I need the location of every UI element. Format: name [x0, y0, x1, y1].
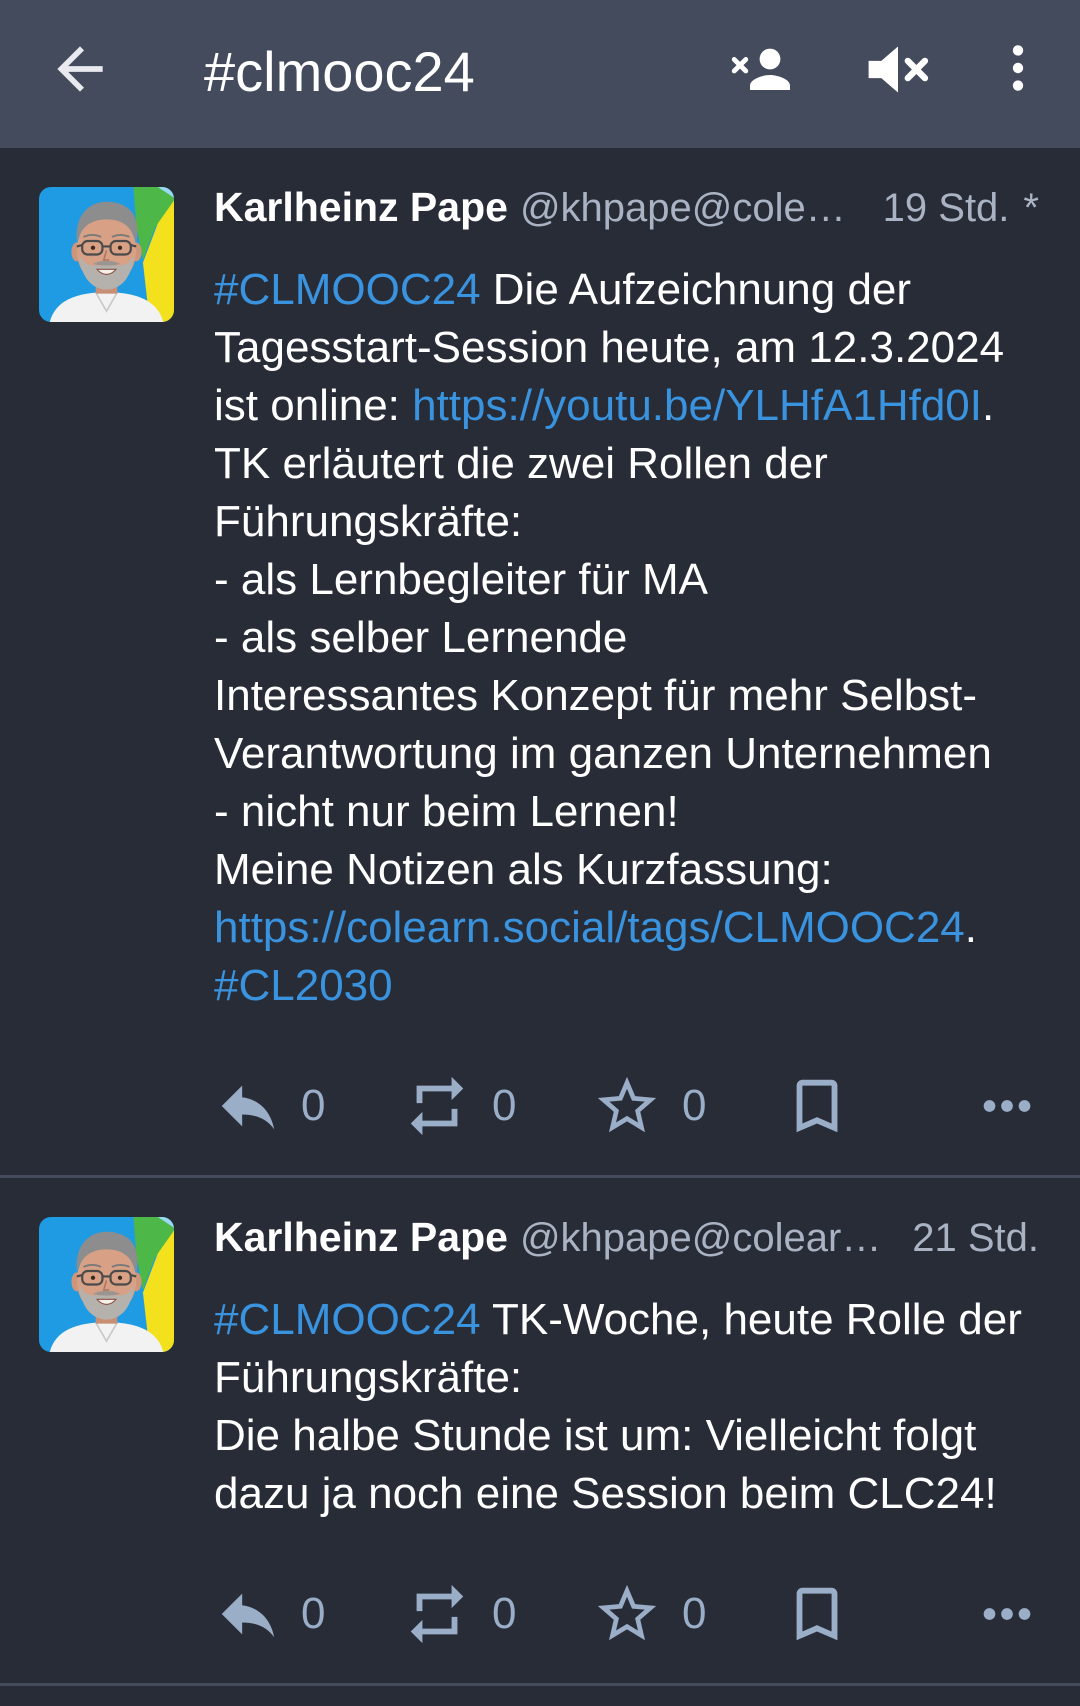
star-icon	[597, 1076, 657, 1133]
bookmark-button[interactable]	[782, 1579, 852, 1649]
page-title: #clmooc24	[204, 40, 475, 103]
reply-button[interactable]	[213, 1071, 283, 1141]
unfollow-hashtag-icon	[731, 48, 790, 90]
status-post[interactable]: Karlheinz Pape @khpape@cole… 19 Std. * #…	[0, 148, 1080, 1178]
reply-icon	[221, 1085, 275, 1130]
post-text: - als Lernbegleiter für MA	[214, 555, 708, 604]
post-text: Interessantes Konzept für mehr Selbst-	[214, 671, 978, 720]
mute-hashtag-button[interactable]	[866, 45, 930, 94]
unfollow-hashtag-button[interactable]	[731, 45, 795, 93]
post-timestamp: 19 Std.	[882, 186, 1010, 230]
bookmark-button[interactable]	[782, 1071, 852, 1141]
bookmark-icon	[796, 1587, 838, 1641]
post-text-line: ist online: https://youtu.be/YLHfA1Hfd0I…	[214, 377, 1039, 435]
post-header: Karlheinz Pape @khpape@cole… 19 Std. *	[214, 183, 1039, 231]
post-text-line: #CL2030	[214, 957, 1039, 1015]
avatar-image	[39, 187, 174, 322]
post-text: .	[964, 903, 978, 952]
status-post[interactable]: Karlheinz Pape @khpape@colear… 21 Std. #…	[0, 1178, 1080, 1686]
post-text-line: Verantwortung im ganzen Unternehmen	[214, 725, 1039, 783]
post-text: ist online:	[214, 381, 413, 430]
post-text: Führungskräfte:	[214, 1353, 523, 1402]
reply-icon	[221, 1593, 275, 1638]
url-link[interactable]: https://youtu.be/YLHfA1Hfd0I	[412, 377, 982, 435]
post-text: Verantwortung im ganzen Unternehmen	[214, 729, 992, 778]
post-text: Die Aufzeichnung der	[480, 265, 912, 314]
post-text: Führungskräfte:	[214, 497, 523, 546]
post-text-line: #CLMOOC24 TK-Woche, heute Rolle der	[214, 1291, 1039, 1349]
more-horizontal-icon	[983, 1608, 1031, 1620]
author-display-name: Karlheinz Pape	[214, 1214, 508, 1260]
reply-count: 0	[301, 1081, 326, 1130]
author-handle: @khpape@colear…	[519, 1216, 882, 1260]
post-text: dazu ja noch eine Session beim CLC24!	[214, 1469, 997, 1518]
post-text-line: https://colearn.social/tags/CLMOOC24.	[214, 899, 1039, 957]
overflow-menu-button[interactable]	[1004, 44, 1032, 92]
more-horizontal-icon	[983, 1100, 1031, 1112]
post-text-line: Führungskräfte:	[214, 493, 1039, 551]
reply-count: 0	[301, 1589, 326, 1638]
post-text-line: Führungskräfte:	[214, 1349, 1039, 1407]
url-link[interactable]: https://colearn.social/tags/CLMOOC24	[214, 899, 965, 957]
boost-icon	[410, 1584, 464, 1644]
post-text-line: Tagesstart-Session heute, am 12.3.2024	[214, 319, 1039, 377]
post-text-line: - als selber Lernende	[214, 609, 1039, 667]
avatar-image	[39, 1217, 174, 1352]
post-text: TK erläutert die zwei Rollen der	[214, 439, 828, 488]
favourite-count: 0	[682, 1589, 707, 1638]
post-action-bar: 0 0 0	[0, 1066, 1080, 1146]
post-action-bar: 0 0 0	[0, 1574, 1080, 1654]
post-divider	[0, 1683, 1080, 1686]
post-text: .	[982, 381, 995, 430]
post-text-line: #CLMOOC24 Die Aufzeichnung der	[214, 261, 1039, 319]
toolbar: #clmooc24	[0, 0, 1080, 148]
star-icon	[597, 1584, 657, 1641]
post-text-line: - als Lernbegleiter für MA	[214, 551, 1039, 609]
author-display-name: Karlheinz Pape	[214, 184, 508, 230]
post-text: - als selber Lernende	[214, 613, 628, 662]
post-text-line: Interessantes Konzept für mehr Selbst-	[214, 667, 1039, 725]
post-timestamp: 21 Std.	[912, 1216, 1039, 1260]
back-button[interactable]	[46, 35, 114, 103]
hashtag-link[interactable]: #CLMOOC24	[214, 1291, 481, 1349]
post-body: #CLMOOC24 TK-Woche, heute Rolle der Führ…	[214, 1291, 1039, 1523]
more-vertical-icon	[1012, 45, 1024, 91]
post-body: #CLMOOC24 Die Aufzeichnung der Tagesstar…	[214, 261, 1039, 1015]
more-options-button[interactable]	[972, 1071, 1042, 1141]
favourite-button[interactable]	[592, 1579, 662, 1649]
reply-button[interactable]	[213, 1579, 283, 1649]
post-content: Karlheinz Pape @khpape@colear… 21 Std. #…	[214, 1178, 1039, 1523]
mute-icon	[868, 46, 929, 93]
favourite-button[interactable]	[592, 1071, 662, 1141]
post-header: Karlheinz Pape @khpape@colear… 21 Std.	[214, 1213, 1039, 1261]
boost-button[interactable]	[402, 1579, 472, 1649]
post-text: Tagesstart-Session heute, am 12.3.2024	[214, 323, 1005, 372]
hashtag-link[interactable]: #CL2030	[214, 957, 393, 1015]
author-handle: @khpape@cole…	[519, 186, 846, 230]
post-text-line: Meine Notizen als Kurzfassung:	[214, 841, 1039, 899]
favourite-count: 0	[682, 1081, 707, 1130]
post-text-line: TK erläutert die zwei Rollen der	[214, 435, 1039, 493]
post-text: TK-Woche, heute Rolle der	[480, 1295, 1022, 1344]
post-text: Meine Notizen als Kurzfassung:	[214, 845, 833, 894]
boost-button[interactable]	[402, 1071, 472, 1141]
bookmark-icon	[796, 1079, 838, 1133]
edited-marker: *	[1023, 186, 1039, 230]
boost-count: 0	[492, 1589, 517, 1638]
post-text: Die halbe Stunde ist um: Vielleicht folg…	[214, 1411, 977, 1460]
arrow-left-icon	[57, 46, 103, 92]
hashtag-link[interactable]: #CLMOOC24	[214, 261, 481, 319]
post-text-line: - nicht nur beim Lernen!	[214, 783, 1039, 841]
boost-count: 0	[492, 1081, 517, 1130]
post-content: Karlheinz Pape @khpape@cole… 19 Std. * #…	[214, 148, 1039, 1015]
post-text-line: dazu ja noch eine Session beim CLC24!	[214, 1465, 1039, 1523]
post-text-line: Die halbe Stunde ist um: Vielleicht folg…	[214, 1407, 1039, 1465]
more-options-button[interactable]	[972, 1579, 1042, 1649]
post-text: - nicht nur beim Lernen!	[214, 787, 679, 836]
hashtag-timeline: Karlheinz Pape @khpape@cole… 19 Std. * #…	[0, 148, 1080, 1686]
boost-icon	[410, 1076, 464, 1136]
author-avatar[interactable]	[39, 1217, 174, 1352]
author-avatar[interactable]	[39, 187, 174, 322]
